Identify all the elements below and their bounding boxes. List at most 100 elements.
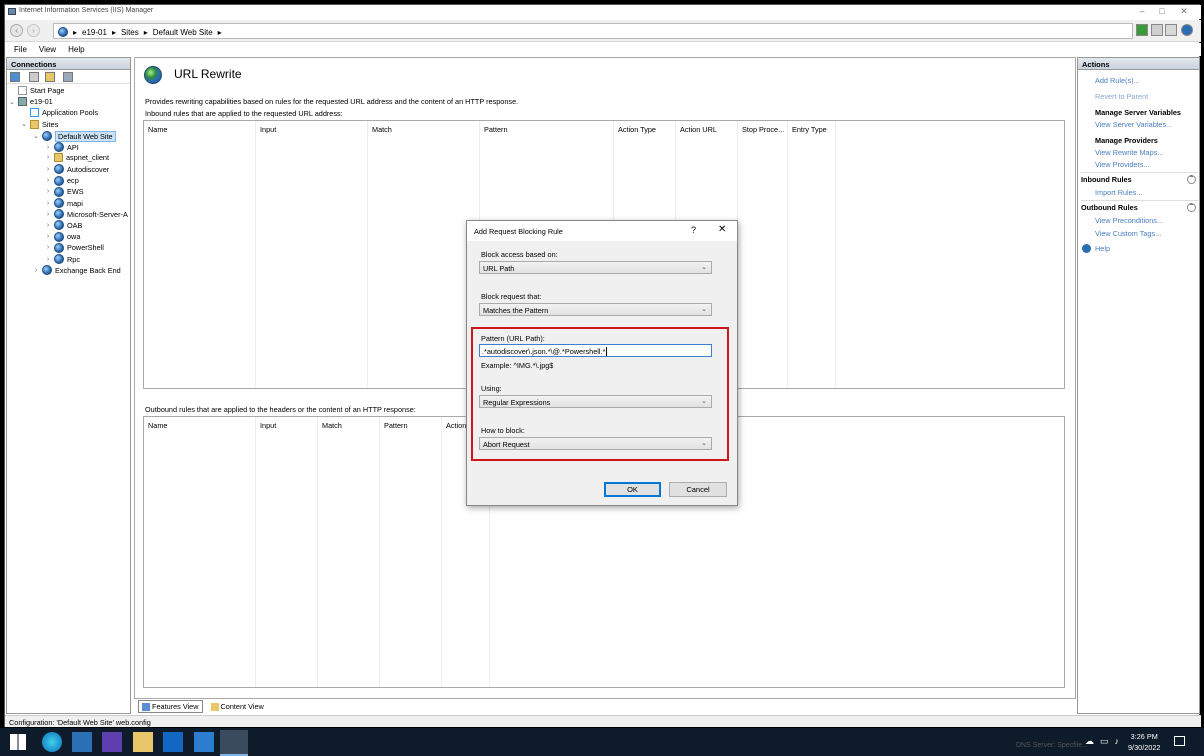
pattern-input[interactable]: .*autodiscover\.json.*\@.*Powershell.* (479, 344, 712, 357)
tree-item[interactable]: Start Page (9, 86, 64, 95)
back-button[interactable]: ‹ (10, 24, 23, 37)
view-server-variables-link[interactable]: View Server Variables... (1095, 120, 1172, 129)
view-rewrite-maps-link[interactable]: View Rewrite Maps... (1095, 148, 1163, 157)
network-icon[interactable]: ▭ (1100, 736, 1109, 747)
powershell-icon[interactable] (72, 732, 92, 752)
tree-item[interactable]: › API (45, 142, 79, 152)
tree-item[interactable]: › owa (45, 231, 80, 242)
column-header[interactable]: Action (446, 421, 466, 430)
clock[interactable]: 3:26 PM 9/30/2022 (1128, 731, 1160, 753)
inbound-rules-section[interactable]: Inbound Rules ⌃ (1081, 172, 1198, 184)
column-header[interactable]: Action Type (618, 125, 656, 134)
column-header[interactable]: Name (148, 421, 167, 430)
disconnect-icon[interactable] (63, 72, 73, 82)
cloud-icon[interactable]: ☁ (1085, 736, 1094, 747)
breadcrumb-sites[interactable]: Sites (121, 28, 139, 37)
block-request-dropdown[interactable]: Matches the Pattern ⌄ (479, 303, 712, 316)
block-access-dropdown[interactable]: URL Path ⌄ (479, 261, 712, 274)
column-header[interactable]: Match (372, 125, 392, 134)
home-icon[interactable] (1165, 24, 1177, 36)
column-header[interactable]: Pattern (484, 125, 508, 134)
column-header[interactable]: Action URL (680, 125, 717, 134)
file-explorer-icon[interactable] (133, 732, 153, 752)
menu-help[interactable]: Help (68, 45, 84, 54)
edge-icon[interactable] (42, 732, 62, 752)
save-icon[interactable] (29, 72, 39, 82)
expand-arrow-icon[interactable]: › (45, 166, 51, 173)
forward-button[interactable]: › (27, 24, 40, 37)
exchange-icon[interactable] (194, 732, 214, 752)
revert-to-parent-link[interactable]: Revert to Parent (1095, 92, 1148, 101)
expand-arrow-icon[interactable]: › (45, 244, 51, 251)
expand-arrow-icon[interactable]: › (45, 144, 51, 151)
notifications-icon[interactable] (1174, 736, 1185, 746)
add-rule-link[interactable]: Add Rule(s)... (1095, 76, 1140, 85)
expand-arrow-icon[interactable]: ⌄ (33, 132, 39, 140)
tree-item[interactable]: ⌄ e19-01 (9, 97, 53, 107)
expand-arrow-icon[interactable]: › (45, 200, 51, 207)
tree-item[interactable]: ⌄ Sites (21, 119, 58, 129)
view-providers-link[interactable]: View Providers... (1095, 160, 1150, 169)
expand-arrow-icon[interactable]: › (45, 222, 51, 229)
outbound-rules-section[interactable]: Outbound Rules ⌃ (1081, 200, 1198, 212)
cancel-button[interactable]: Cancel (669, 482, 727, 497)
breadcrumb[interactable]: ▸ e19-01 ▸ Sites ▸ Default Web Site ▸ (53, 23, 1133, 39)
expand-arrow-icon[interactable]: › (45, 154, 51, 161)
tree-item[interactable]: › PowerShell (45, 242, 104, 253)
expand-arrow-icon[interactable]: › (45, 256, 51, 263)
column-header[interactable]: Input (260, 125, 276, 134)
tab-features-view[interactable]: Features View (138, 700, 203, 713)
column-header[interactable]: Entry Type (792, 125, 827, 134)
up-icon[interactable] (45, 72, 55, 82)
help-link[interactable]: Help (1095, 244, 1110, 253)
expand-arrow-icon[interactable]: › (45, 188, 51, 195)
connect-icon[interactable] (10, 72, 20, 82)
visual-studio-icon[interactable] (102, 732, 122, 752)
view-preconditions-link[interactable]: View Preconditions... (1095, 216, 1163, 225)
menu-file[interactable]: File (14, 45, 27, 54)
tree-item[interactable]: › Autodiscover (45, 164, 109, 175)
tree-item[interactable]: › Exchange Back End (33, 265, 121, 276)
tree-item[interactable]: › ecp (45, 175, 79, 186)
breadcrumb-site[interactable]: Default Web Site (153, 28, 213, 37)
column-header[interactable]: Pattern (384, 421, 408, 430)
minimize-icon[interactable]: – (1135, 6, 1149, 16)
outlook-icon[interactable] (163, 732, 183, 752)
dialog-close-icon[interactable]: ✕ (718, 224, 726, 235)
expand-arrow-icon[interactable]: ⌄ (21, 120, 27, 128)
tree-item[interactable]: › Rpc (45, 254, 80, 264)
tree-item[interactable]: › aspnet_client (45, 153, 109, 163)
dialog-help-button[interactable]: ? (691, 225, 696, 235)
column-header[interactable]: Input (260, 421, 276, 430)
expand-arrow-icon[interactable]: › (45, 177, 51, 184)
collapse-icon[interactable]: ⌃ (1187, 203, 1196, 212)
column-header[interactable]: Match (322, 421, 342, 430)
column-header[interactable]: Name (148, 125, 167, 134)
breadcrumb-server[interactable]: e19-01 (82, 28, 107, 37)
start-icon[interactable] (10, 734, 26, 750)
menu-view[interactable]: View (39, 45, 56, 54)
import-rules-link[interactable]: Import Rules... (1095, 188, 1142, 197)
go-icon[interactable] (1136, 24, 1148, 36)
close-icon[interactable]: ✕ (1177, 6, 1191, 17)
volume-icon[interactable]: ♪ (1115, 736, 1120, 747)
tree-item[interactable]: › mapi (45, 198, 83, 208)
stop-icon[interactable] (1151, 24, 1163, 36)
tab-content-view[interactable]: Content View (207, 700, 268, 713)
using-dropdown[interactable]: Regular Expressions ⌄ (479, 395, 712, 408)
tree-item[interactable]: › OAB (45, 220, 82, 231)
iis-manager-taskbar-icon[interactable] (220, 730, 248, 756)
column-header[interactable]: Stop Proce... (742, 125, 784, 134)
view-custom-tags-link[interactable]: View Custom Tags... (1095, 229, 1161, 238)
expand-arrow-icon[interactable]: › (45, 233, 51, 240)
maximize-icon[interactable]: □ (1155, 6, 1169, 16)
help-icon[interactable] (1181, 24, 1193, 36)
how-to-block-dropdown[interactable]: Abort Request ⌄ (479, 437, 712, 450)
ok-button[interactable]: OK (604, 482, 661, 497)
expand-arrow-icon[interactable]: › (45, 211, 51, 218)
expand-arrow-icon[interactable]: › (33, 267, 39, 274)
tree-item[interactable]: ⌄ Default Web Site (33, 130, 116, 142)
tree-item[interactable]: Application Pools (21, 108, 98, 118)
collapse-icon[interactable]: ⌃ (1187, 175, 1196, 184)
tree-item[interactable]: › Microsoft-Server-A (45, 209, 128, 220)
